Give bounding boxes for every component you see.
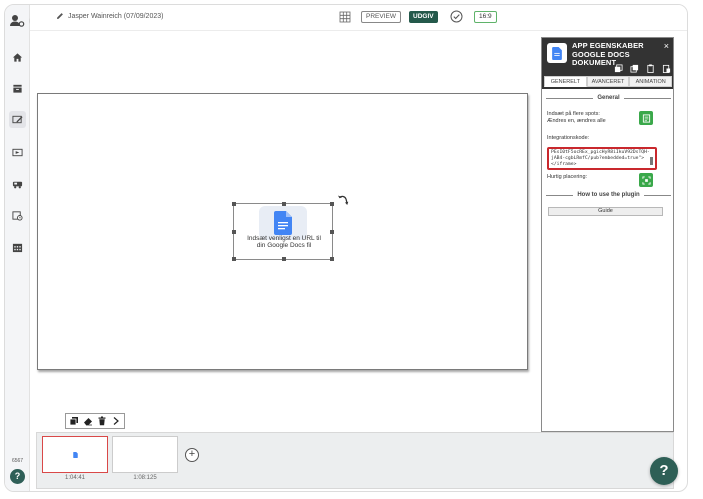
resize-handle[interactable] [282,257,286,261]
resize-handle[interactable] [232,202,236,206]
resize-handle[interactable] [330,230,334,234]
guide-button[interactable]: Guide [548,207,663,216]
integration-code-value: PEsI0tF5ocREx_pgicHyR8iIkuV92DsTQH-jAB4-… [551,150,650,167]
google-docs-logo-icon [547,43,567,63]
section-general-label: General [597,95,620,101]
inbox-icon[interactable] [9,80,26,97]
widget-text-line: din Google Docs fil [256,242,312,249]
calendar-icon[interactable] [9,239,26,256]
slide-canvas[interactable]: Indsæt venligst en URL til din Google Do… [37,93,528,370]
edit-slide-icon[interactable] [9,111,26,128]
section-howto-label: How to use the plugin [577,192,640,198]
publish-button[interactable]: UDGIV [409,11,438,23]
tab-advanced[interactable]: AVANCERET [586,76,630,87]
multi-spot-label: Indsæt på flere spots: Ændres en, ændres… [547,111,606,124]
top-bar: Jasper Wainreich (07/09/2023) PREVIEW UD… [30,5,687,31]
google-docs-widget[interactable]: Indsæt venligst en URL til din Google Do… [232,202,336,261]
copy-icon[interactable] [645,63,655,73]
layer-up-icon[interactable] [613,63,623,73]
media-icon[interactable] [9,144,26,161]
slide-thumbnail[interactable] [112,436,178,473]
widget-placeholder-text: Indsæt venligst en URL til din Google Do… [232,235,336,249]
resize-handle[interactable] [330,202,334,206]
author-info: Jasper Wainreich (07/09/2023) [56,12,163,20]
tab-general[interactable]: GENERELT [544,76,587,87]
quick-placement-button[interactable] [639,173,653,187]
multi-spot-label-line: Indsæt på flere spots: [547,111,600,117]
schedule-icon[interactable] [9,207,26,224]
resize-handle[interactable] [232,230,236,234]
paste-icon[interactable] [661,63,671,73]
author-label: Jasper Wainreich (07/09/2023) [68,12,164,20]
multi-spot-label-line: Ændres en, ændres alle [547,117,606,124]
add-slide-button[interactable]: + [185,448,199,462]
editor-canvas: Indsæt venligst en URL til din Google Do… [30,32,540,432]
integration-code-label: Integrationskode: [547,135,590,141]
chevron-right-icon[interactable] [110,415,122,427]
check-circle-icon[interactable] [450,10,463,23]
item-count: 6567 [11,458,24,464]
trash-icon[interactable] [96,415,108,427]
panel-header: APP EGENSKABER GOOGLE DOCS DOKUMENT × GE… [542,38,673,89]
resize-handle[interactable] [232,257,236,261]
widget-text-line: Indsæt venligst en URL til [247,235,321,242]
eraser-icon[interactable] [82,415,94,427]
integration-code-input[interactable]: PEsI0tF5ocREx_pgicHyR8iIkuV92DsTQH-jAB4-… [547,147,657,170]
pencil-icon [57,13,63,19]
slide-duration: 1:04:41 [64,475,86,481]
google-docs-icon [73,452,78,458]
duplicate-icon[interactable] [68,415,80,427]
aspect-ratio-button[interactable]: 16:9 [474,11,497,23]
user-settings-icon[interactable] [9,13,25,29]
multi-spot-toggle[interactable] [639,111,653,125]
layer-down-icon[interactable] [629,63,639,73]
grid-icon[interactable] [339,10,351,23]
rotate-icon[interactable] [337,193,349,205]
app-window: › 6567 ? Jasper Wainreich (07/09/2023) [4,4,688,492]
slide-filmstrip: 1:04:41 1:08:125 + [36,432,674,489]
preview-button[interactable]: PREVIEW [361,11,401,23]
slide-duration: 1:08:125 [133,475,157,481]
quick-placement-label: Hurtig placering: [547,174,588,180]
section-general-title: General [546,95,671,101]
properties-panel: APP EGENSKABER GOOGLE DOCS DOKUMENT × GE… [541,37,674,432]
panel-tools [613,63,671,73]
slide-thumbnail[interactable] [42,436,108,473]
home-icon[interactable] [9,49,26,66]
code-scrollbar[interactable] [650,157,653,165]
resize-handle[interactable] [330,257,334,261]
panel-tabs: GENERELT AVANCERET ANIMATION [544,76,673,87]
close-icon[interactable]: × [664,41,669,51]
section-howto-title: How to use the plugin [546,192,671,198]
help-fab-button[interactable]: ? [650,457,678,485]
tab-animation[interactable]: ANIMATION [629,76,673,87]
object-toolbar [65,413,125,429]
left-rail: › 6567 ? [5,5,39,491]
help-button[interactable]: ? [10,469,25,484]
transport-icon[interactable] [9,176,26,193]
